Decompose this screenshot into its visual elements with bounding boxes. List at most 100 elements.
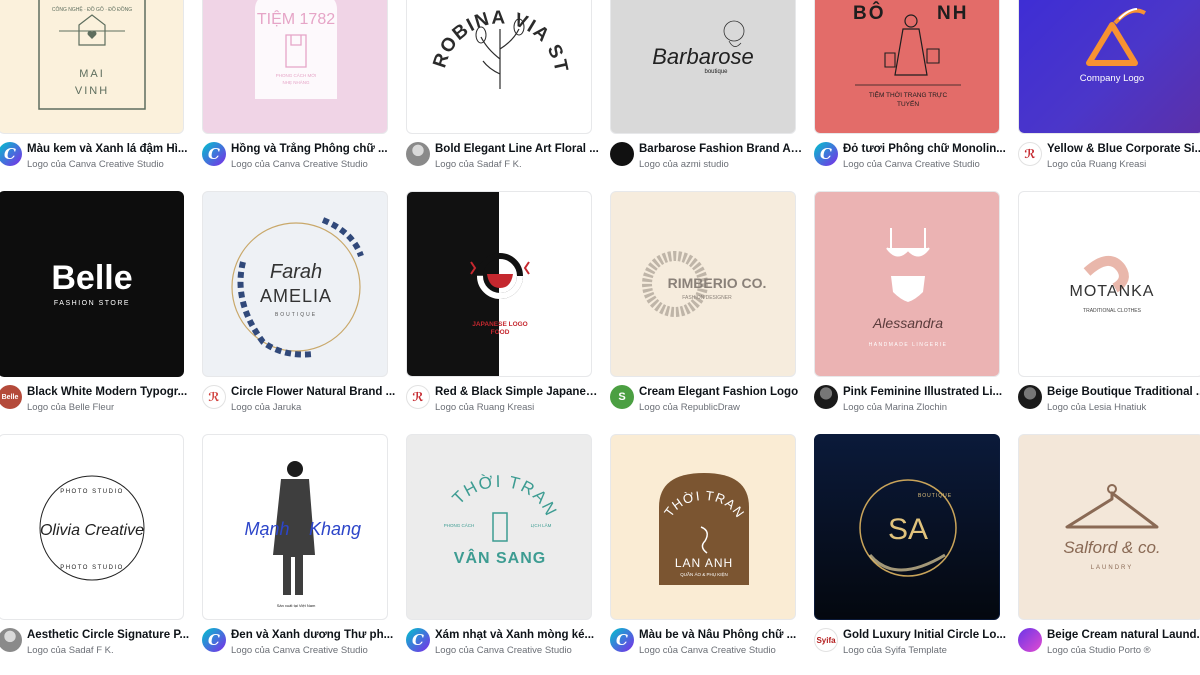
logo-preview: BÔ NH TIỆM THỜI TRANG TRỰC TUYẾN bbox=[853, 2, 968, 108]
template-thumbnail[interactable]: Belle FASHION STORE bbox=[0, 191, 184, 377]
creator-avatar[interactable]: Belle bbox=[0, 385, 22, 409]
template-creator[interactable]: Logo của Ruang Kreasi bbox=[435, 402, 600, 414]
template-title[interactable]: Black White Modern Typogr... bbox=[27, 385, 192, 399]
template-thumbnail[interactable]: Salford & co. LAUNDRY bbox=[1018, 434, 1200, 620]
logo-text: FASHION DESIGNER bbox=[682, 295, 732, 301]
template-title[interactable]: Gold Luxury Initial Circle Lo... bbox=[843, 628, 1008, 642]
creator-avatar[interactable]: C bbox=[202, 142, 226, 166]
logo-preview: Mạnh Khang Sản xuất tại Việt Nam bbox=[244, 461, 361, 608]
creator-avatar[interactable]: Syifa bbox=[814, 628, 838, 652]
logo-text: AMELIA bbox=[260, 286, 332, 306]
template-thumbnail[interactable]: Mạnh Khang Sản xuất tại Việt Nam bbox=[202, 434, 388, 620]
template-title[interactable]: Hồng và Trắng Phông chữ ... bbox=[231, 142, 396, 156]
template-thumbnail[interactable]: MOTANKA TRADITIONAL CLOTHES bbox=[1018, 191, 1200, 377]
creator-avatar[interactable]: ℛ bbox=[202, 385, 226, 409]
template-thumbnail[interactable]: TIỆM 1782 PHONG CÁCH MỚI NHẸ NHÀNG bbox=[202, 0, 388, 134]
template-thumbnail[interactable]: Barbarose boutique bbox=[610, 0, 796, 134]
template-creator[interactable]: Logo của Canva Creative Studio bbox=[639, 645, 804, 657]
logo-text: FOOD bbox=[491, 329, 510, 336]
template-title[interactable]: Cream Elegant Fashion Logo bbox=[639, 385, 804, 399]
template-creator[interactable]: Logo của Ruang Kreasi bbox=[1047, 159, 1200, 171]
template-thumbnail[interactable]: BÔ NH TIỆM THỜI TRANG TRỰC TUYẾN bbox=[814, 0, 1000, 134]
logo-text: TIỆM 1782 bbox=[257, 9, 335, 28]
template-creator[interactable]: Logo của Lesia Hnatiuk bbox=[1047, 402, 1200, 414]
template-thumbnail[interactable]: JAPANESE LOGO FOOD bbox=[406, 191, 592, 377]
template-creator[interactable]: Logo của azmi studio bbox=[639, 159, 804, 171]
logo-text: Khang bbox=[309, 519, 361, 539]
logo-text: VINH bbox=[75, 85, 109, 97]
template-thumbnail[interactable]: SA BOUTIQUE bbox=[814, 434, 1000, 620]
template-thumbnail[interactable]: Farah AMELIA BOUTIQUE bbox=[202, 191, 388, 377]
logo-text: HANDMADE LINGERIE bbox=[869, 342, 948, 348]
creator-avatar[interactable] bbox=[0, 628, 22, 652]
creator-avatar[interactable]: C bbox=[610, 628, 634, 652]
template-title[interactable]: Barbarose Fashion Brand Ar... bbox=[639, 142, 804, 156]
template-title[interactable]: Pink Feminine Illustrated Li... bbox=[843, 385, 1008, 399]
template-title[interactable]: Circle Flower Natural Brand ... bbox=[231, 385, 396, 399]
template-thumbnail[interactable]: CÔNG NGHỆ · ĐỒ GỖ · ĐỒ ĐỒNG MAI VINH bbox=[0, 0, 184, 134]
template-creator[interactable]: Logo của Canva Creative Studio bbox=[843, 159, 1008, 171]
logo-preview: Salford & co. LAUNDRY bbox=[1063, 484, 1161, 571]
logo-text: Company Logo bbox=[1080, 73, 1144, 84]
template-creator[interactable]: Logo của Studio Porto ® bbox=[1047, 645, 1200, 657]
logo-text: PHONG CÁCH bbox=[444, 522, 475, 528]
template-creator[interactable]: Logo của Belle Fleur bbox=[27, 402, 192, 414]
logo-text: PHONG CÁCH MỚI bbox=[276, 72, 317, 78]
logo-text: Alessandra bbox=[872, 315, 943, 331]
template-creator[interactable]: Logo của RepublicDraw bbox=[639, 402, 804, 414]
template-creator[interactable]: Logo của Sadaf F K. bbox=[27, 645, 192, 657]
creator-avatar[interactable] bbox=[1018, 385, 1042, 409]
template-thumbnail[interactable]: Alessandra HANDMADE LINGERIE bbox=[814, 191, 1000, 377]
template-title[interactable]: Bold Elegant Line Art Floral ... bbox=[435, 142, 600, 156]
template-thumbnail[interactable]: THỜI TRANG LAN ANH QUẦN ÁO & PHỤ KIỆN bbox=[610, 434, 796, 620]
creator-avatar[interactable] bbox=[610, 142, 634, 166]
template-title[interactable]: Red & Black Simple Japanes... bbox=[435, 385, 600, 399]
logo-text: Olivia Creative bbox=[40, 522, 144, 539]
template-title[interactable]: Aesthetic Circle Signature P... bbox=[27, 628, 192, 642]
template-creator[interactable]: Logo của Canva Creative Studio bbox=[231, 159, 396, 171]
logo-text: Sản xuất tại Việt Nam bbox=[277, 603, 316, 608]
creator-avatar[interactable] bbox=[814, 385, 838, 409]
logo-text: SA bbox=[888, 513, 928, 546]
template-creator[interactable]: Logo của Sadaf F K. bbox=[435, 159, 600, 171]
logo-text: ROBINA VIA STUDIO bbox=[407, 0, 572, 75]
logo-text: BOUTIQUE bbox=[918, 493, 952, 499]
template-creator[interactable]: Logo của Jaruka bbox=[231, 402, 396, 414]
logo-text: NH bbox=[937, 3, 968, 24]
template-creator[interactable]: Logo của Canva Creative Studio bbox=[231, 645, 396, 657]
creator-avatar[interactable] bbox=[406, 142, 430, 166]
template-title[interactable]: Đỏ tươi Phông chữ Monolin... bbox=[843, 142, 1008, 156]
logo-text: Barbarose bbox=[652, 44, 754, 69]
creator-avatar[interactable]: ℛ bbox=[406, 385, 430, 409]
template-title[interactable]: Beige Boutique Traditional ... bbox=[1047, 385, 1200, 399]
logo-text: LAUNDRY bbox=[1091, 565, 1134, 571]
creator-avatar[interactable]: ℛ bbox=[1018, 142, 1042, 166]
logo-text: JAPANESE LOGO bbox=[472, 321, 528, 328]
template-thumbnail[interactable]: RIMBERIO CO. FASHION DESIGNER bbox=[610, 191, 796, 377]
template-title[interactable]: Màu kem và Xanh lá đậm Hì... bbox=[27, 142, 192, 156]
creator-avatar[interactable]: C bbox=[814, 142, 838, 166]
creator-avatar[interactable]: C bbox=[202, 628, 226, 652]
logo-preview: Olivia Creative PHOTO STUDIO PHOTO STUDI… bbox=[39, 475, 145, 581]
template-title[interactable]: Đen và Xanh dương Thư ph... bbox=[231, 628, 396, 642]
template-thumbnail[interactable]: Olivia Creative PHOTO STUDIO PHOTO STUDI… bbox=[0, 434, 184, 620]
creator-avatar[interactable] bbox=[1018, 628, 1042, 652]
template-thumbnail[interactable]: ROBINA VIA STUDIO bbox=[406, 0, 592, 134]
template-title[interactable]: Beige Cream natural Laund... bbox=[1047, 628, 1200, 642]
template-title[interactable]: Xám nhạt và Xanh mòng ké... bbox=[435, 628, 600, 642]
creator-avatar[interactable]: C bbox=[0, 142, 22, 166]
template-creator[interactable]: Logo của Marina Zlochin bbox=[843, 402, 1008, 414]
logo-preview: CÔNG NGHỆ · ĐỒ GỖ · ĐỒ ĐỒNG MAI VINH bbox=[38, 0, 146, 110]
template-title[interactable]: Màu be và Nâu Phông chữ ... bbox=[639, 628, 804, 642]
logo-preview: Belle FASHION STORE bbox=[51, 259, 132, 307]
template-creator[interactable]: Logo của Canva Creative Studio bbox=[27, 159, 192, 171]
creator-avatar[interactable]: C bbox=[406, 628, 430, 652]
logo-preview: TIỆM 1782 PHONG CÁCH MỚI NHẸ NHÀNG bbox=[255, 0, 337, 99]
template-creator[interactable]: Logo của Syifa Template bbox=[843, 645, 1008, 657]
creator-avatar[interactable]: S bbox=[610, 385, 634, 409]
template-thumbnail[interactable]: Company Logo bbox=[1018, 0, 1200, 134]
logo-text: Mạnh bbox=[244, 519, 289, 539]
template-title[interactable]: Yellow & Blue Corporate Si... bbox=[1047, 142, 1200, 156]
template-thumbnail[interactable]: THỜI TRANG PHONG CÁCH LỊCH LÃM VÂN SANG bbox=[406, 434, 592, 620]
template-creator[interactable]: Logo của Canva Creative Studio bbox=[435, 645, 600, 657]
